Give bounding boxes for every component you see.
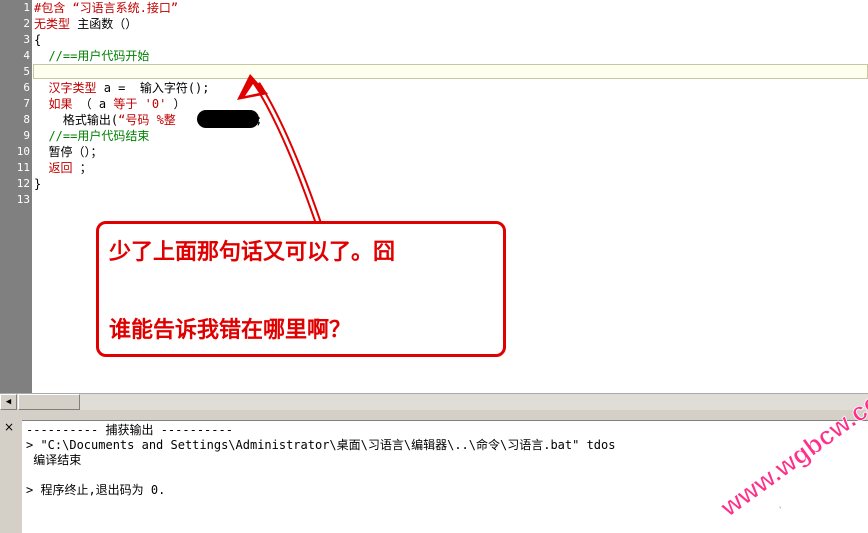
callout-box: 少了上面那句话又可以了。囧 谁能告诉我错在哪里啊？ [96, 221, 506, 357]
watermark: www.wgbcw.com 汉语编程综合教学网 [713, 398, 868, 532]
callout-line-1: 少了上面那句话又可以了。囧 [109, 240, 396, 265]
callout-line-2: 谁能告诉我错在哪里啊？ [109, 318, 352, 343]
